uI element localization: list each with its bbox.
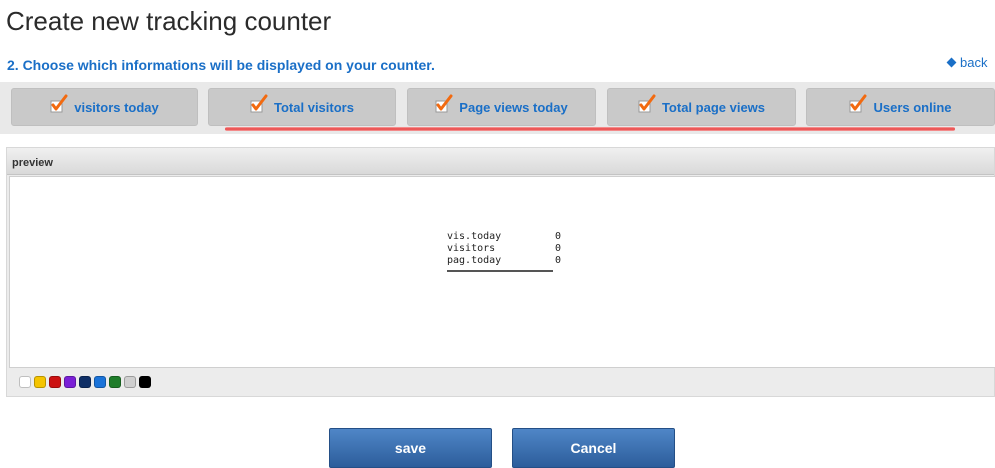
option-label: Total visitors [274, 99, 354, 115]
counter-row-value: 0 [554, 243, 561, 254]
option-page-views-today[interactable]: Page views today [407, 88, 596, 126]
color-swatch[interactable] [19, 376, 31, 388]
step-subtitle: 2. Choose which informations will be dis… [7, 57, 435, 73]
color-swatch[interactable] [34, 376, 46, 388]
preview-panel: preview vis.today 0 visitors 0 pag.today… [6, 147, 995, 397]
color-swatch[interactable] [124, 376, 136, 388]
color-swatch[interactable] [64, 376, 76, 388]
counter-row-label: visitors [447, 243, 496, 254]
checkmark-icon [638, 94, 656, 113]
counter-row-label: vis.today [447, 231, 502, 242]
option-total-visitors[interactable]: Total visitors [208, 88, 396, 126]
color-swatch[interactable] [79, 376, 91, 388]
save-button[interactable]: save [329, 428, 492, 468]
counter-row-label: pag.today [447, 255, 502, 266]
cancel-button[interactable]: Cancel [512, 428, 675, 468]
color-swatch[interactable] [94, 376, 106, 388]
counter-preview: vis.today 0 visitors 0 pag.today 0 [447, 231, 561, 272]
option-label: Users online [873, 99, 952, 115]
preview-label: preview [12, 157, 53, 169]
checkmark-icon [250, 94, 268, 113]
checkmark-icon [435, 94, 453, 113]
option-label: Total page views [661, 99, 766, 115]
counter-row: visitors 0 [447, 243, 561, 255]
option-users-online[interactable]: Users online [806, 88, 995, 126]
option-total-page-views[interactable]: Total page views [607, 88, 796, 126]
color-swatch[interactable] [109, 376, 121, 388]
color-swatches [19, 376, 151, 388]
preview-area: vis.today 0 visitors 0 pag.today 0 [9, 176, 995, 368]
option-label: visitors today [74, 99, 159, 115]
checkmark-icon [849, 94, 867, 113]
counter-divider [447, 270, 553, 272]
color-swatch[interactable] [49, 376, 61, 388]
counter-row: pag.today 0 [447, 255, 561, 267]
counter-row-value: 0 [554, 255, 561, 266]
counter-row-value: 0 [554, 231, 561, 242]
checkmark-icon [50, 94, 68, 113]
option-label: Page views today [459, 99, 568, 115]
annotation-underline [225, 127, 955, 131]
preview-header: preview [7, 148, 994, 175]
page-title: Create new tracking counter [6, 6, 332, 36]
option-visitors-today[interactable]: visitors today [11, 88, 198, 126]
color-swatch[interactable] [139, 376, 151, 388]
back-arrow-icon [946, 57, 957, 68]
back-label: back [960, 55, 988, 70]
counter-row: vis.today 0 [447, 231, 561, 243]
back-link[interactable]: back [946, 55, 988, 70]
